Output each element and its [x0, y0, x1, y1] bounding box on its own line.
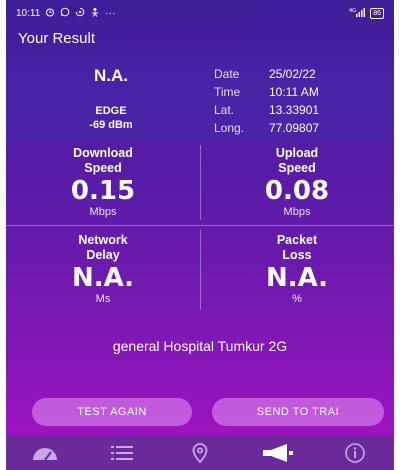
whatsapp-icon — [60, 7, 70, 20]
battery-icon: 86 — [370, 7, 384, 19]
metric-unit: Ms — [95, 293, 111, 305]
status-time: 10:11 — [16, 7, 41, 19]
info-row-lat: Lat. 13.33901 — [214, 101, 319, 119]
person-icon — [90, 7, 100, 20]
app-screen: 10:11 ··· 4G 86 Your Result N.A. EDGE -6 — [6, 0, 394, 470]
metric-value: 0.15 — [70, 176, 136, 206]
info-icon[interactable] — [335, 438, 375, 468]
metric-label: Loss — [282, 248, 312, 262]
send-to-trai-button[interactable]: SEND TO TRAI — [212, 398, 384, 426]
megaphone-icon[interactable] — [258, 438, 298, 468]
metric-value: N.A. — [71, 263, 135, 293]
info-row-date: Date 25/02/22 — [214, 65, 319, 83]
metric-unit: Mbps — [89, 206, 117, 218]
metric-label: Download — [73, 146, 133, 160]
location-text: general Hospital Tumkur 2G — [112, 338, 288, 354]
metric-label: Packet — [276, 233, 318, 247]
info-key: Lat. — [214, 103, 235, 117]
metric-value: 0.08 — [264, 176, 330, 206]
info-value: 25/02/22 — [269, 67, 316, 81]
metric-label: Upload — [275, 146, 319, 160]
metric-unit: Mbps — [283, 206, 311, 218]
list-icon[interactable] — [102, 438, 142, 468]
metric-label: Speed — [278, 161, 316, 175]
signal-strength: -69 dBm — [89, 119, 133, 131]
info-key: Long. — [214, 121, 245, 135]
svg-text:4G: 4G — [349, 8, 356, 14]
status-more: ··· — [105, 7, 116, 19]
metric-value: N.A. — [265, 263, 329, 293]
signal-icon: 4G — [349, 7, 366, 20]
info-row-long: Long. 77.09807 — [214, 119, 319, 137]
location-pin-icon[interactable] — [180, 438, 220, 468]
speedometer-icon[interactable] — [25, 438, 65, 468]
test-again-button[interactable]: TEST AGAIN — [32, 398, 192, 426]
download-speed-metric: Download Speed 0.15 Mbps — [6, 146, 200, 218]
packet-loss-metric: Packet Loss N.A. % — [200, 233, 394, 305]
info-value: 77.09807 — [269, 121, 320, 135]
technology-label: EDGE — [95, 105, 127, 117]
alarm-icon — [45, 7, 55, 20]
bottom-nav — [6, 436, 394, 470]
info-row-time: Time 10:11 AM — [214, 83, 319, 101]
metric-label: Delay — [86, 248, 120, 262]
info-key: Date — [214, 67, 240, 81]
info-key: Time — [214, 85, 241, 99]
data-saver-icon — [75, 7, 85, 20]
metric-unit: % — [292, 293, 302, 305]
metric-label: Speed — [84, 161, 122, 175]
info-grid: Date 25/02/22 Time 10:11 AM Lat. 13.3390… — [214, 65, 319, 137]
metrics-divider-horizontal — [6, 225, 394, 226]
info-value: 13.33901 — [269, 103, 320, 117]
status-bar: 10:11 ··· 4G 86 — [6, 0, 394, 26]
network-delay-metric: Network Delay N.A. Ms — [6, 233, 200, 305]
upload-speed-metric: Upload Speed 0.08 Mbps — [200, 146, 394, 218]
page-title: Your Result — [18, 30, 95, 47]
network-type-value: N.A. — [94, 66, 128, 85]
metric-label: Network — [78, 233, 128, 247]
info-value: 10:11 AM — [269, 85, 319, 99]
